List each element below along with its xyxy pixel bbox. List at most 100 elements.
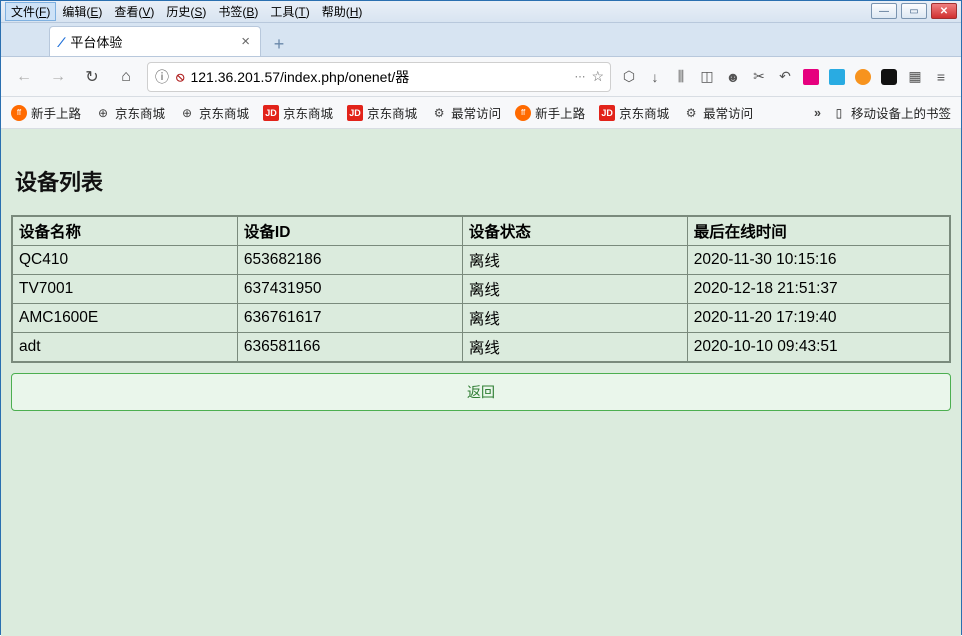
- info-icon[interactable]: ⓘ: [154, 67, 170, 87]
- url-bar[interactable]: ⓘ ⦸ ⋯ ☆: [147, 62, 611, 92]
- cell-name: AMC1600E: [13, 304, 237, 332]
- bookmark-item[interactable]: ⚙最常访问: [683, 103, 753, 122]
- maximize-button[interactable]: ▭: [901, 3, 927, 19]
- back-button[interactable]: ←: [11, 64, 37, 90]
- cell-last: 2020-12-18 21:51:37: [688, 275, 949, 303]
- bookmark-label: 京东商城: [115, 103, 165, 122]
- bookmark-label: 京东商城: [367, 103, 417, 122]
- cell-last: 2020-11-20 17:19:40: [688, 304, 949, 332]
- ff-icon: ff: [11, 105, 27, 121]
- menu-f[interactable]: 文件(F): [5, 2, 56, 21]
- forward-button[interactable]: →: [45, 64, 71, 90]
- device-table: 设备名称设备ID设备状态最后在线时间 QC410653682186离线2020-…: [11, 215, 951, 363]
- bookmark-item[interactable]: ff新手上路: [11, 103, 81, 122]
- mobile-bookmarks[interactable]: ▯ 移动设备上的书签: [831, 103, 951, 122]
- cell-status: 离线: [463, 333, 687, 361]
- url-dropdown-icon[interactable]: ⋯: [574, 70, 585, 83]
- jd-icon: JD: [599, 105, 615, 121]
- sidebar-icon[interactable]: ◫: [697, 67, 717, 87]
- account-icon[interactable]: ☻: [723, 67, 743, 87]
- cell-name: adt: [13, 333, 237, 361]
- minimize-button[interactable]: —: [871, 3, 897, 19]
- table-row: AMC1600E636761617离线2020-11-20 17:19:40: [13, 304, 949, 332]
- gear-icon: ⚙: [683, 105, 699, 121]
- menu-s[interactable]: 历史(S): [160, 2, 212, 21]
- jd-icon: JD: [263, 105, 279, 121]
- column-header: 设备ID: [238, 217, 462, 245]
- bookmark-item[interactable]: ⊕京东商城: [95, 103, 165, 122]
- globe-icon: ⊕: [95, 105, 111, 121]
- menu-e[interactable]: 编辑(E): [56, 2, 108, 21]
- bookmark-label: 京东商城: [619, 103, 669, 122]
- home-button[interactable]: ⌂: [113, 64, 139, 90]
- url-input[interactable]: [190, 69, 568, 85]
- menu-b[interactable]: 书签(B): [212, 2, 264, 21]
- tab-title: 平台体验: [70, 32, 122, 51]
- mobile-bookmarks-label: 移动设备上的书签: [851, 103, 951, 122]
- menu-t[interactable]: 工具(T): [264, 2, 315, 21]
- bookmark-label: 京东商城: [199, 103, 249, 122]
- insecure-icon: ⦸: [176, 69, 184, 85]
- mobile-icon: ▯: [831, 105, 847, 121]
- bookmark-label: 京东商城: [283, 103, 333, 122]
- table-row: TV7001637431950离线2020-12-18 21:51:37: [13, 275, 949, 303]
- cell-id: 636581166: [238, 333, 462, 361]
- page-title: 设备列表: [15, 165, 951, 197]
- library-icon[interactable]: ⫼: [671, 67, 691, 87]
- reload-button[interactable]: ↻: [79, 64, 105, 90]
- ff-icon: ff: [515, 105, 531, 121]
- history-icon[interactable]: ↶: [775, 67, 795, 87]
- bookmark-label: 新手上路: [535, 103, 585, 122]
- cell-name: TV7001: [13, 275, 237, 303]
- menu-icon[interactable]: ≡: [931, 67, 951, 87]
- column-header: 设备状态: [463, 217, 687, 245]
- ext3-icon[interactable]: [853, 67, 873, 87]
- bookmark-label: 最常访问: [703, 103, 753, 122]
- cell-status: 离线: [463, 275, 687, 303]
- tab-favicon: ∕: [60, 34, 62, 50]
- ext4-icon[interactable]: [879, 67, 899, 87]
- gear-icon: ⚙: [431, 105, 447, 121]
- browser-tab[interactable]: ∕ 平台体验 ×: [49, 26, 261, 56]
- cell-status: 离线: [463, 246, 687, 274]
- cell-id: 637431950: [238, 275, 462, 303]
- new-tab-button[interactable]: +: [265, 32, 293, 56]
- cell-name: QC410: [13, 246, 237, 274]
- bookmark-item[interactable]: ⚙最常访问: [431, 103, 501, 122]
- tab-close-icon[interactable]: ×: [241, 33, 250, 50]
- extensions-icon[interactable]: ▦: [905, 67, 925, 87]
- navigation-toolbar: ← → ↻ ⌂ ⓘ ⦸ ⋯ ☆ ⬡ ↓ ⫼ ◫ ☻ ✂ ↶ ▦ ≡: [1, 57, 961, 97]
- cell-id: 636761617: [238, 304, 462, 332]
- screenshot-icon[interactable]: ✂: [749, 67, 769, 87]
- bookmark-item[interactable]: JD京东商城: [599, 103, 669, 122]
- ext2-icon[interactable]: [827, 67, 847, 87]
- menu-v[interactable]: 查看(V): [108, 2, 160, 21]
- bookmark-item[interactable]: JD京东商城: [347, 103, 417, 122]
- bookmark-label: 新手上路: [31, 103, 81, 122]
- bookmark-item[interactable]: ff新手上路: [515, 103, 585, 122]
- cell-last: 2020-10-10 09:43:51: [688, 333, 949, 361]
- cell-status: 离线: [463, 304, 687, 332]
- ext1-icon[interactable]: [801, 67, 821, 87]
- bookmarks-overflow-icon[interactable]: »: [814, 106, 821, 120]
- toolbar-actions: ⬡ ↓ ⫼ ◫ ☻ ✂ ↶ ▦ ≡: [619, 67, 951, 87]
- cell-last: 2020-11-30 10:15:16: [688, 246, 949, 274]
- window-controls: — ▭ ✕: [871, 3, 957, 19]
- column-header: 最后在线时间: [688, 217, 949, 245]
- bookmark-item[interactable]: JD京东商城: [263, 103, 333, 122]
- bookmark-star-icon[interactable]: ☆: [591, 68, 604, 85]
- downloads-icon[interactable]: ↓: [645, 67, 665, 87]
- cell-id: 653682186: [238, 246, 462, 274]
- bookmarks-bar: ff新手上路⊕京东商城⊕京东商城JD京东商城JD京东商城⚙最常访问ff新手上路J…: [1, 97, 961, 129]
- close-button[interactable]: ✕: [931, 3, 957, 19]
- globe-icon: ⊕: [179, 105, 195, 121]
- back-page-button[interactable]: 返回: [11, 373, 951, 411]
- jd-icon: JD: [347, 105, 363, 121]
- menu-h[interactable]: 帮助(H): [316, 2, 369, 21]
- table-row: QC410653682186离线2020-11-30 10:15:16: [13, 246, 949, 274]
- tab-strip: ∕ 平台体验 × +: [1, 23, 961, 57]
- bookmark-item[interactable]: ⊕京东商城: [179, 103, 249, 122]
- pocket-icon[interactable]: ⬡: [619, 67, 639, 87]
- menu-bar: 文件(F)编辑(E)查看(V)历史(S)书签(B)工具(T)帮助(H) — ▭ …: [1, 1, 961, 23]
- page-content: 设备列表 设备名称设备ID设备状态最后在线时间 QC410653682186离线…: [1, 129, 961, 636]
